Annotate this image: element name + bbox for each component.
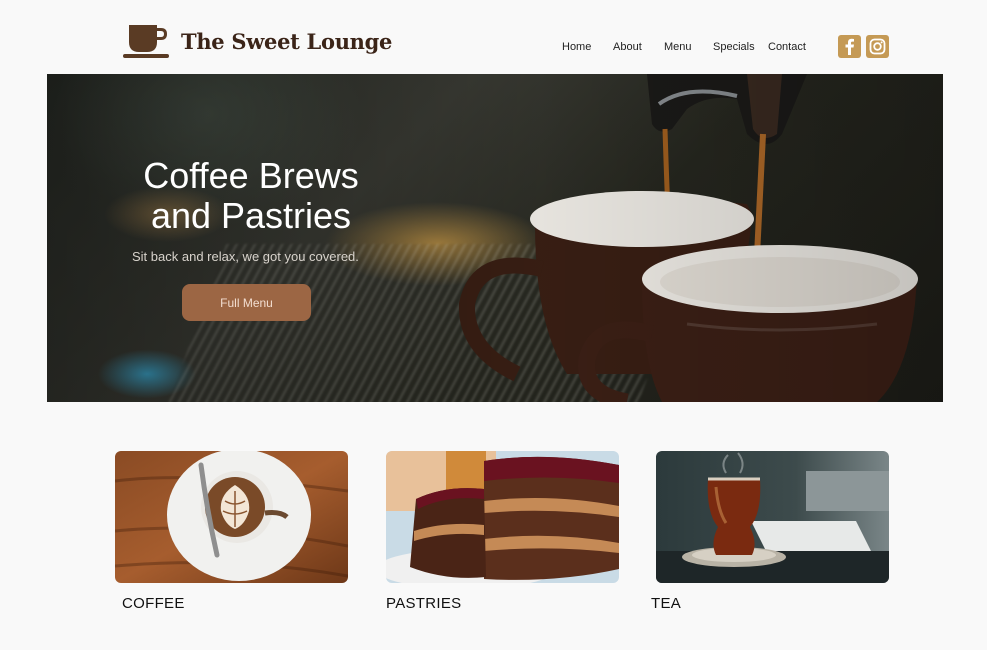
tea-image[interactable] — [656, 451, 889, 583]
hero-title-line1: Coffee Brews — [143, 155, 359, 196]
nav-specials[interactable]: Specials — [713, 41, 768, 53]
category-label-tea[interactable]: TEA — [651, 595, 681, 612]
brand-logo[interactable]: The Sweet Lounge — [123, 22, 392, 60]
social-links — [838, 35, 889, 58]
coffee-image[interactable] — [115, 451, 348, 583]
hero-title-line2: and Pastries — [150, 195, 352, 236]
coffee-cup-icon — [123, 22, 169, 60]
category-card-coffee[interactable]: COFFEE — [115, 451, 348, 612]
brand-name: The Sweet Lounge — [181, 28, 393, 54]
facebook-icon[interactable] — [838, 35, 861, 58]
full-menu-button[interactable]: Full Menu — [182, 284, 311, 321]
nav-contact[interactable]: Contact — [768, 41, 806, 53]
hero-title: Coffee Brews and Pastries — [119, 156, 383, 236]
category-card-tea[interactable]: TEA — [651, 451, 889, 612]
hero-banner: Coffee Brews and Pastries Sit back and r… — [47, 74, 943, 402]
nav-menu[interactable]: Menu — [664, 41, 713, 53]
nav-about[interactable]: About — [613, 41, 664, 53]
pastries-image[interactable] — [386, 451, 619, 583]
hero-subtitle: Sit back and relax, we got you covered. — [132, 249, 359, 264]
hero-overlay — [47, 74, 943, 402]
category-label-coffee[interactable]: COFFEE — [122, 595, 185, 612]
category-label-pastries[interactable]: PASTRIES — [386, 595, 461, 612]
site-header: The Sweet Lounge Home About Menu Special… — [0, 0, 987, 74]
instagram-icon[interactable] — [866, 35, 889, 58]
category-card-pastries[interactable]: PASTRIES — [386, 451, 619, 612]
main-nav: Home About Menu Specials Contact — [562, 41, 806, 53]
nav-home[interactable]: Home — [562, 41, 613, 53]
